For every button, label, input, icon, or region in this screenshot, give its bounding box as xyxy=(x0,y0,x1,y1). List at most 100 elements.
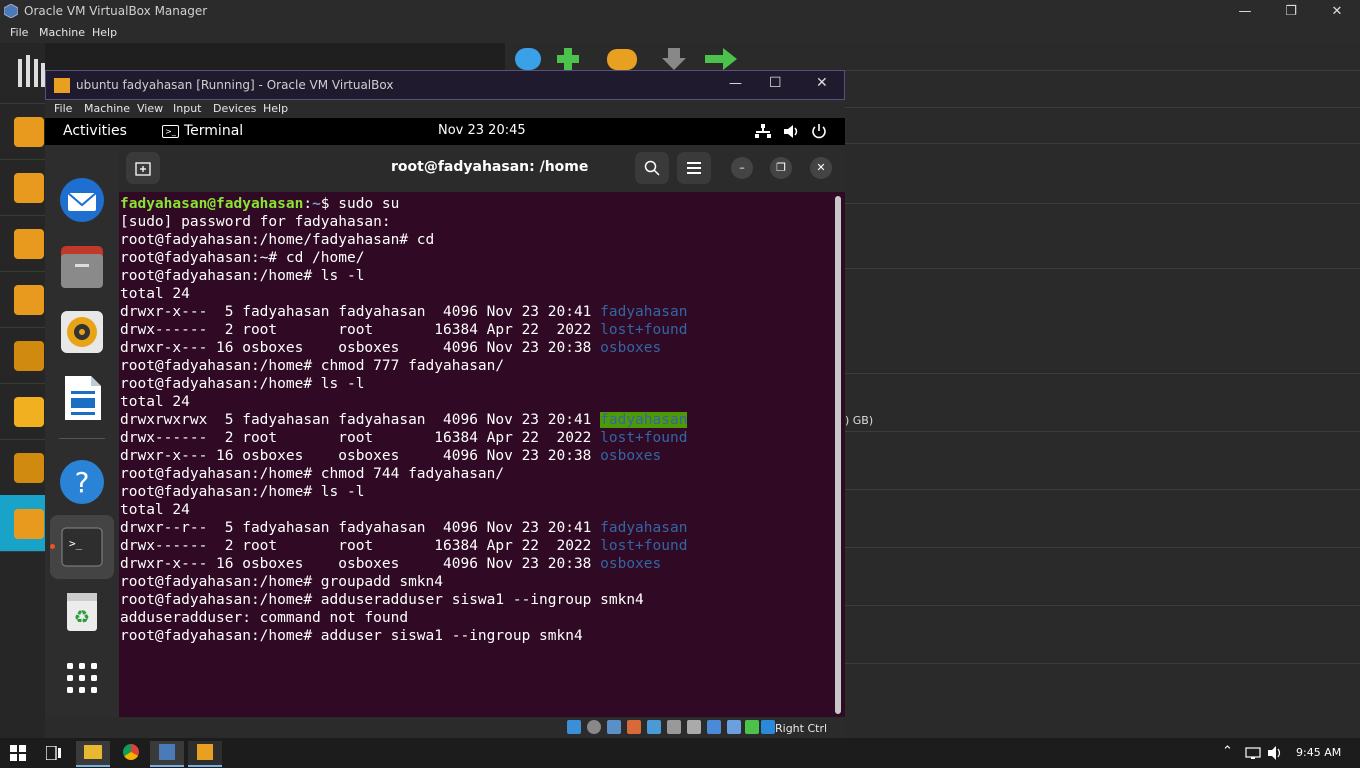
terminal-icon[interactable]: >_ xyxy=(59,525,105,571)
file-explorer-taskbar-icon[interactable] xyxy=(76,741,110,767)
search-icon xyxy=(644,160,660,176)
rhythmbox-icon[interactable] xyxy=(59,309,105,355)
add-icon[interactable] xyxy=(553,48,583,70)
vm-list-item[interactable] xyxy=(0,159,45,216)
settings-gear-icon[interactable] xyxy=(607,49,637,70)
menu-machine[interactable]: Machine xyxy=(39,26,85,39)
shared-folders-icon[interactable] xyxy=(667,720,681,734)
task-view-icon[interactable] xyxy=(46,746,62,760)
line-text: root@fadyahasan:/home/fadyahasan# cd xyxy=(120,232,435,248)
thunderbird-icon[interactable] xyxy=(59,177,105,223)
terminal-line: drwxr-x--- 16 osboxes osboxes 4096 Nov 2… xyxy=(120,339,687,357)
new-tab-icon xyxy=(135,162,151,176)
vm-list-item[interactable] xyxy=(0,327,45,384)
recording-icon[interactable] xyxy=(707,720,721,734)
terminal-minimize-button[interactable]: – xyxy=(731,157,753,179)
display-icon[interactable] xyxy=(687,720,701,734)
terminal-close-button[interactable]: ✕ xyxy=(810,157,832,179)
audio-icon[interactable] xyxy=(607,720,621,734)
tools-icon xyxy=(18,55,45,87)
clock[interactable]: Nov 23 20:45 xyxy=(438,123,526,138)
menu-help[interactable]: Help xyxy=(92,26,117,39)
vm-menu-help[interactable]: Help xyxy=(263,102,288,115)
line-text: total 24 xyxy=(120,286,190,302)
mouse-integration-icon[interactable] xyxy=(761,720,775,734)
terminal-line: root@fadyahasan:/home# adduser siswa1 --… xyxy=(120,627,687,645)
network-tray-icon[interactable] xyxy=(1244,746,1262,760)
vm-list-item[interactable] xyxy=(0,439,45,496)
vm-os-icon xyxy=(14,397,44,427)
terminal-line: drwxr-x--- 16 osboxes osboxes 4096 Nov 2… xyxy=(120,555,687,573)
app-menu-label[interactable]: Terminal xyxy=(184,123,243,139)
vm-menu-devices[interactable]: Devices xyxy=(213,102,256,115)
usb-icon[interactable] xyxy=(647,720,661,734)
hard-disk-icon[interactable] xyxy=(567,720,581,734)
windows-start-icon[interactable] xyxy=(10,745,26,761)
maximize-button[interactable]: ❐ xyxy=(1268,0,1314,23)
terminal-line: drwxr-x--- 5 fadyahasan fadyahasan 4096 … xyxy=(120,303,687,321)
virtualbox-taskbar-icon[interactable] xyxy=(150,741,184,767)
vm-maximize-button[interactable]: ☐ xyxy=(769,75,789,91)
vm-list-item[interactable] xyxy=(0,215,45,272)
power-icon[interactable] xyxy=(811,123,827,139)
tools-item[interactable] xyxy=(0,43,45,104)
help-icon[interactable]: ? xyxy=(59,459,105,505)
network-icon[interactable] xyxy=(755,124,771,139)
vm-taskbar-icon[interactable] xyxy=(188,741,222,767)
guest-additions-icon[interactable] xyxy=(745,720,759,734)
trash-icon[interactable]: ♻ xyxy=(59,589,105,635)
vm-os-icon xyxy=(14,509,44,539)
new-tab-button[interactable] xyxy=(126,152,160,184)
activities-button[interactable]: Activities xyxy=(63,123,127,139)
line-text: drwx------ 2 root root 16384 Apr 22 2022 xyxy=(120,430,601,446)
line-text: drwxr-x--- 16 osboxes osboxes 4096 Nov 2… xyxy=(120,340,601,356)
terminal-output[interactable]: fadyahasan@fadyahasan:~$ sudo su [sudo] p… xyxy=(119,192,845,717)
terminal-line: root@fadyahasan:/home/fadyahasan# cd xyxy=(120,231,687,249)
new-vm-icon[interactable] xyxy=(515,48,541,70)
search-button[interactable] xyxy=(635,152,669,184)
vm-minimize-button[interactable]: — xyxy=(729,76,749,91)
show-apps-grid-icon[interactable] xyxy=(59,655,105,701)
line-text: root@fadyahasan:/home# ls -l xyxy=(120,376,365,392)
files-icon[interactable] xyxy=(59,244,105,290)
show-hidden-icons-chevron[interactable]: ⌃ xyxy=(1222,744,1233,759)
optical-drive-icon[interactable] xyxy=(587,720,601,734)
vm-menu-view[interactable]: View xyxy=(137,102,163,115)
discard-arrow-icon[interactable] xyxy=(660,48,688,70)
cpu-icon[interactable] xyxy=(727,720,741,734)
minimize-button[interactable]: — xyxy=(1222,0,1268,23)
directory-name: osboxes xyxy=(600,340,662,356)
line-text: total 24 xyxy=(120,394,190,410)
virtualbox-vm-icon xyxy=(54,78,70,93)
menu-button[interactable] xyxy=(677,152,711,184)
ubuntu-vm-icon xyxy=(14,285,44,315)
vm-menu-file[interactable]: File xyxy=(54,102,72,115)
vm-list-item[interactable] xyxy=(0,271,45,328)
vm-close-button[interactable]: ✕ xyxy=(816,75,836,91)
terminal-scrollbar[interactable] xyxy=(835,196,841,714)
terminal-line: root@fadyahasan:/home# chmod 744 fadyaha… xyxy=(120,465,687,483)
taskbar-clock[interactable]: 9:45 AM xyxy=(1296,746,1341,759)
terminal-restore-button[interactable]: ❐ xyxy=(770,157,792,179)
gnome-top-bar: Activities >_ Terminal Nov 23 20:45 xyxy=(45,118,845,145)
prompt-user: fadyahasan@fadyahasan xyxy=(120,196,304,212)
menu-file[interactable]: File xyxy=(10,26,28,39)
libreoffice-writer-icon[interactable] xyxy=(59,375,105,421)
line-text: root@fadyahasan:/home# groupadd smkn4 xyxy=(120,574,444,590)
line-text: drwx------ 2 root root 16384 Apr 22 2022 xyxy=(120,538,601,554)
vm-list-item[interactable] xyxy=(0,103,45,160)
terminal-line: total 24 xyxy=(120,393,687,411)
speaker-tray-icon[interactable] xyxy=(1268,746,1284,760)
vm-list-item[interactable] xyxy=(0,383,45,440)
vm-menu-input[interactable]: Input xyxy=(173,102,201,115)
volume-icon[interactable] xyxy=(784,124,801,139)
terminal-app-icon: >_ xyxy=(162,125,179,138)
line-text: root@fadyahasan:~# cd /home/ xyxy=(120,250,365,266)
vm-menu-machine[interactable]: Machine xyxy=(84,102,130,115)
start-arrow-icon[interactable] xyxy=(705,48,739,70)
manager-toolbar xyxy=(505,43,845,70)
network-adapter-icon[interactable] xyxy=(627,720,641,734)
vm-list-item-selected[interactable] xyxy=(0,495,45,552)
close-button[interactable]: ✕ xyxy=(1314,0,1360,23)
chrome-taskbar-icon[interactable] xyxy=(114,741,148,765)
